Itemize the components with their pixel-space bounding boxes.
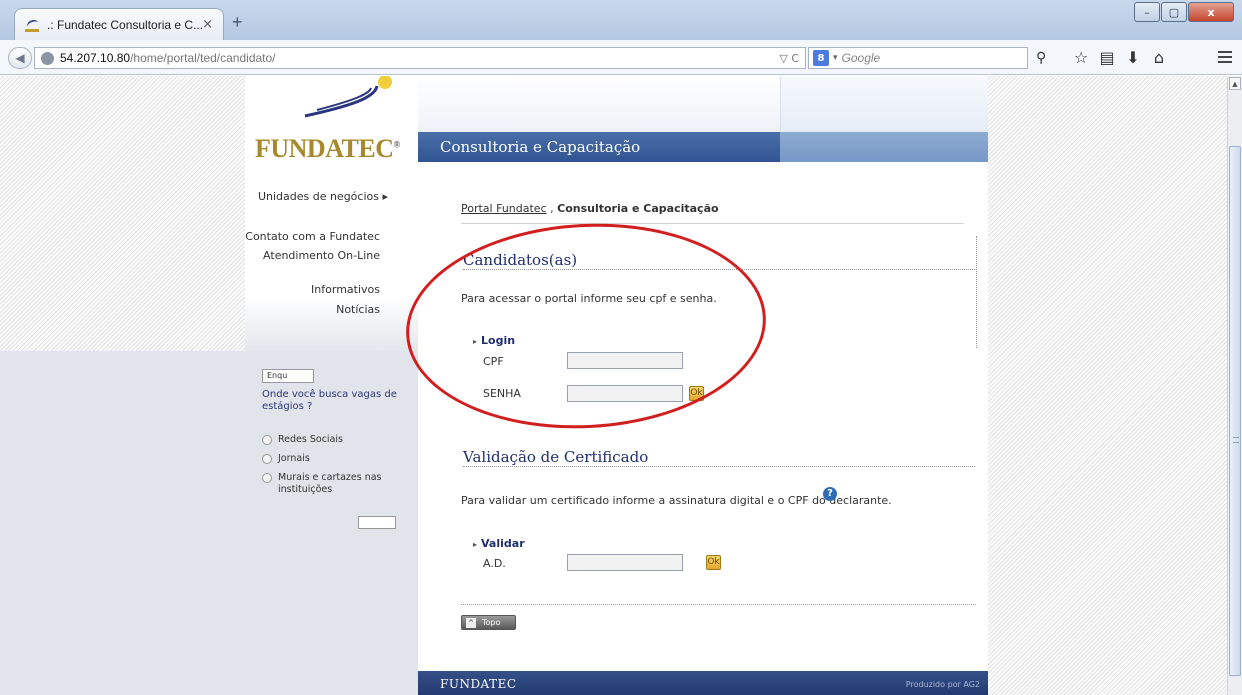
divider bbox=[463, 466, 975, 467]
poll-vote-button[interactable] bbox=[358, 516, 396, 529]
search-bar[interactable]: 8 ▾ Google bbox=[808, 47, 1028, 69]
scrollbar-thumb[interactable] bbox=[1229, 146, 1241, 676]
validate-ok-button[interactable]: Ok bbox=[706, 555, 721, 570]
logo-text: FUNDATEC bbox=[255, 134, 394, 163]
divider bbox=[461, 223, 964, 224]
fundatec-swoosh-icon bbox=[304, 76, 392, 118]
maximize-button[interactable]: ▢ bbox=[1161, 2, 1187, 22]
footer-brand: FUNDATEC bbox=[440, 677, 517, 691]
tab-title: .: Fundatec Consultoria e C... bbox=[47, 17, 203, 32]
reload-icon[interactable]: ▽ C bbox=[779, 52, 805, 65]
reading-list-icon[interactable]: ▤ bbox=[1094, 50, 1120, 66]
cpf-input[interactable] bbox=[567, 352, 683, 369]
footer-credit[interactable]: Produzido por AG2 bbox=[906, 680, 980, 689]
main-content: Consultoria e Capacitação Portal Fundate… bbox=[418, 76, 988, 695]
close-window-button[interactable]: x bbox=[1188, 2, 1234, 22]
engine-dropdown-icon[interactable]: ▾ bbox=[833, 53, 838, 63]
tab-close-icon[interactable]: × bbox=[202, 17, 213, 32]
page-scrollbar[interactable]: ▲ bbox=[1227, 76, 1242, 695]
poll-option-newspapers[interactable]: Jornais bbox=[262, 453, 388, 465]
breadcrumb: Portal Fundatec , Consultoria e Capacita… bbox=[461, 202, 719, 215]
new-tab-button[interactable]: + bbox=[232, 12, 243, 33]
poll-option-boards[interactable]: Murais e cartazes nas instituições bbox=[262, 472, 388, 496]
password-input[interactable] bbox=[567, 385, 683, 402]
login-heading: Login bbox=[473, 334, 515, 347]
help-icon[interactable]: ? bbox=[823, 487, 837, 501]
divider bbox=[463, 269, 975, 270]
breadcrumb-current: Consultoria e Capacitação bbox=[557, 202, 719, 215]
back-to-top-button[interactable]: ^ Topo bbox=[461, 615, 516, 630]
toolbar-icons: ☆ ▤ ⬇ ⌂ bbox=[1068, 50, 1172, 66]
window-controls: – ▢ x bbox=[1133, 2, 1234, 22]
cpf-label: CPF bbox=[483, 355, 504, 368]
browser-titlebar: .: Fundatec Consultoria e C... × + – ▢ x bbox=[0, 0, 1242, 40]
banner-top bbox=[418, 76, 988, 132]
candidates-title: Candidatos(as) bbox=[463, 251, 578, 269]
minimize-button[interactable]: – bbox=[1134, 2, 1160, 22]
radio-icon[interactable] bbox=[262, 435, 272, 445]
nav-noticias[interactable]: Notícias bbox=[336, 303, 380, 316]
nav-online-service[interactable]: Atendimento On-Line bbox=[263, 249, 380, 262]
scroll-up-icon[interactable]: ▲ bbox=[1229, 77, 1241, 90]
login-ok-button[interactable]: Ok bbox=[689, 386, 704, 401]
ad-label: A.D. bbox=[483, 557, 506, 570]
google-engine-icon[interactable]: 8 bbox=[813, 50, 829, 66]
web-page: FUNDATEC® Unidades de negócios ▸ Contato… bbox=[0, 76, 1227, 695]
ad-input[interactable] bbox=[567, 554, 683, 571]
fundatec-favicon-icon bbox=[25, 18, 41, 32]
poll-question: Onde você busca vagas de estágios ? bbox=[262, 389, 397, 412]
top-button-label: Topo bbox=[482, 618, 501, 627]
left-column: FUNDATEC® Unidades de negócios ▸ Contato… bbox=[245, 76, 418, 351]
poll-option-label: Murais e cartazes nas instituições bbox=[278, 472, 382, 495]
fundatec-logo[interactable]: FUNDATEC® bbox=[255, 134, 400, 164]
certificate-title: Validação de Certificado bbox=[463, 448, 649, 466]
divider-vertical bbox=[976, 236, 977, 348]
nav-contact[interactable]: Contato com a Fundatec bbox=[245, 230, 380, 243]
back-button[interactable]: ◀ bbox=[8, 47, 32, 69]
download-icon[interactable]: ⬇ bbox=[1120, 50, 1146, 66]
breadcrumb-separator: , bbox=[546, 202, 558, 215]
search-icon[interactable]: ⚲ bbox=[1036, 51, 1050, 65]
arrow-up-icon: ^ bbox=[466, 617, 476, 628]
browser-navbar: ◀ 54.207.10.80 /home/portal/ted/candidat… bbox=[0, 40, 1242, 75]
radio-icon[interactable] bbox=[262, 454, 272, 464]
divider bbox=[461, 604, 976, 605]
validate-heading: Validar bbox=[473, 537, 525, 550]
candidates-intro: Para acessar o portal informe seu cpf e … bbox=[461, 292, 717, 305]
footer: FUNDATEC Produzido por AG2 bbox=[418, 671, 988, 695]
poll-option-social[interactable]: Redes Sociais bbox=[262, 434, 388, 446]
browser-tab[interactable]: .: Fundatec Consultoria e C... × bbox=[14, 8, 224, 40]
breadcrumb-link-portal[interactable]: Portal Fundatec bbox=[461, 202, 547, 215]
poll-option-label: Redes Sociais bbox=[278, 434, 343, 445]
hamburger-menu-icon[interactable] bbox=[1218, 51, 1232, 66]
address-bar[interactable]: 54.207.10.80 /home/portal/ted/candidato/… bbox=[34, 47, 806, 69]
password-label: SENHA bbox=[483, 387, 521, 400]
banner-bar: Consultoria e Capacitação bbox=[418, 132, 988, 162]
logo-registered-mark: ® bbox=[393, 139, 401, 150]
background-pattern-right bbox=[988, 76, 1227, 695]
nav-informativos[interactable]: Informativos bbox=[311, 283, 380, 296]
bookmark-star-icon[interactable]: ☆ bbox=[1068, 50, 1094, 66]
radio-icon[interactable] bbox=[262, 473, 272, 483]
home-icon[interactable]: ⌂ bbox=[1146, 50, 1172, 66]
poll-option-label: Jornais bbox=[278, 453, 310, 464]
url-host: 54.207.10.80 bbox=[60, 51, 131, 65]
url-path: /home/portal/ted/candidato/ bbox=[130, 51, 276, 65]
banner-title: Consultoria e Capacitação bbox=[440, 138, 641, 156]
nav-business-units[interactable]: Unidades de negócios ▸ bbox=[258, 190, 388, 203]
poll-button[interactable]: Enqu bbox=[262, 369, 314, 383]
globe-icon bbox=[41, 51, 54, 65]
search-placeholder: Google bbox=[841, 51, 881, 65]
